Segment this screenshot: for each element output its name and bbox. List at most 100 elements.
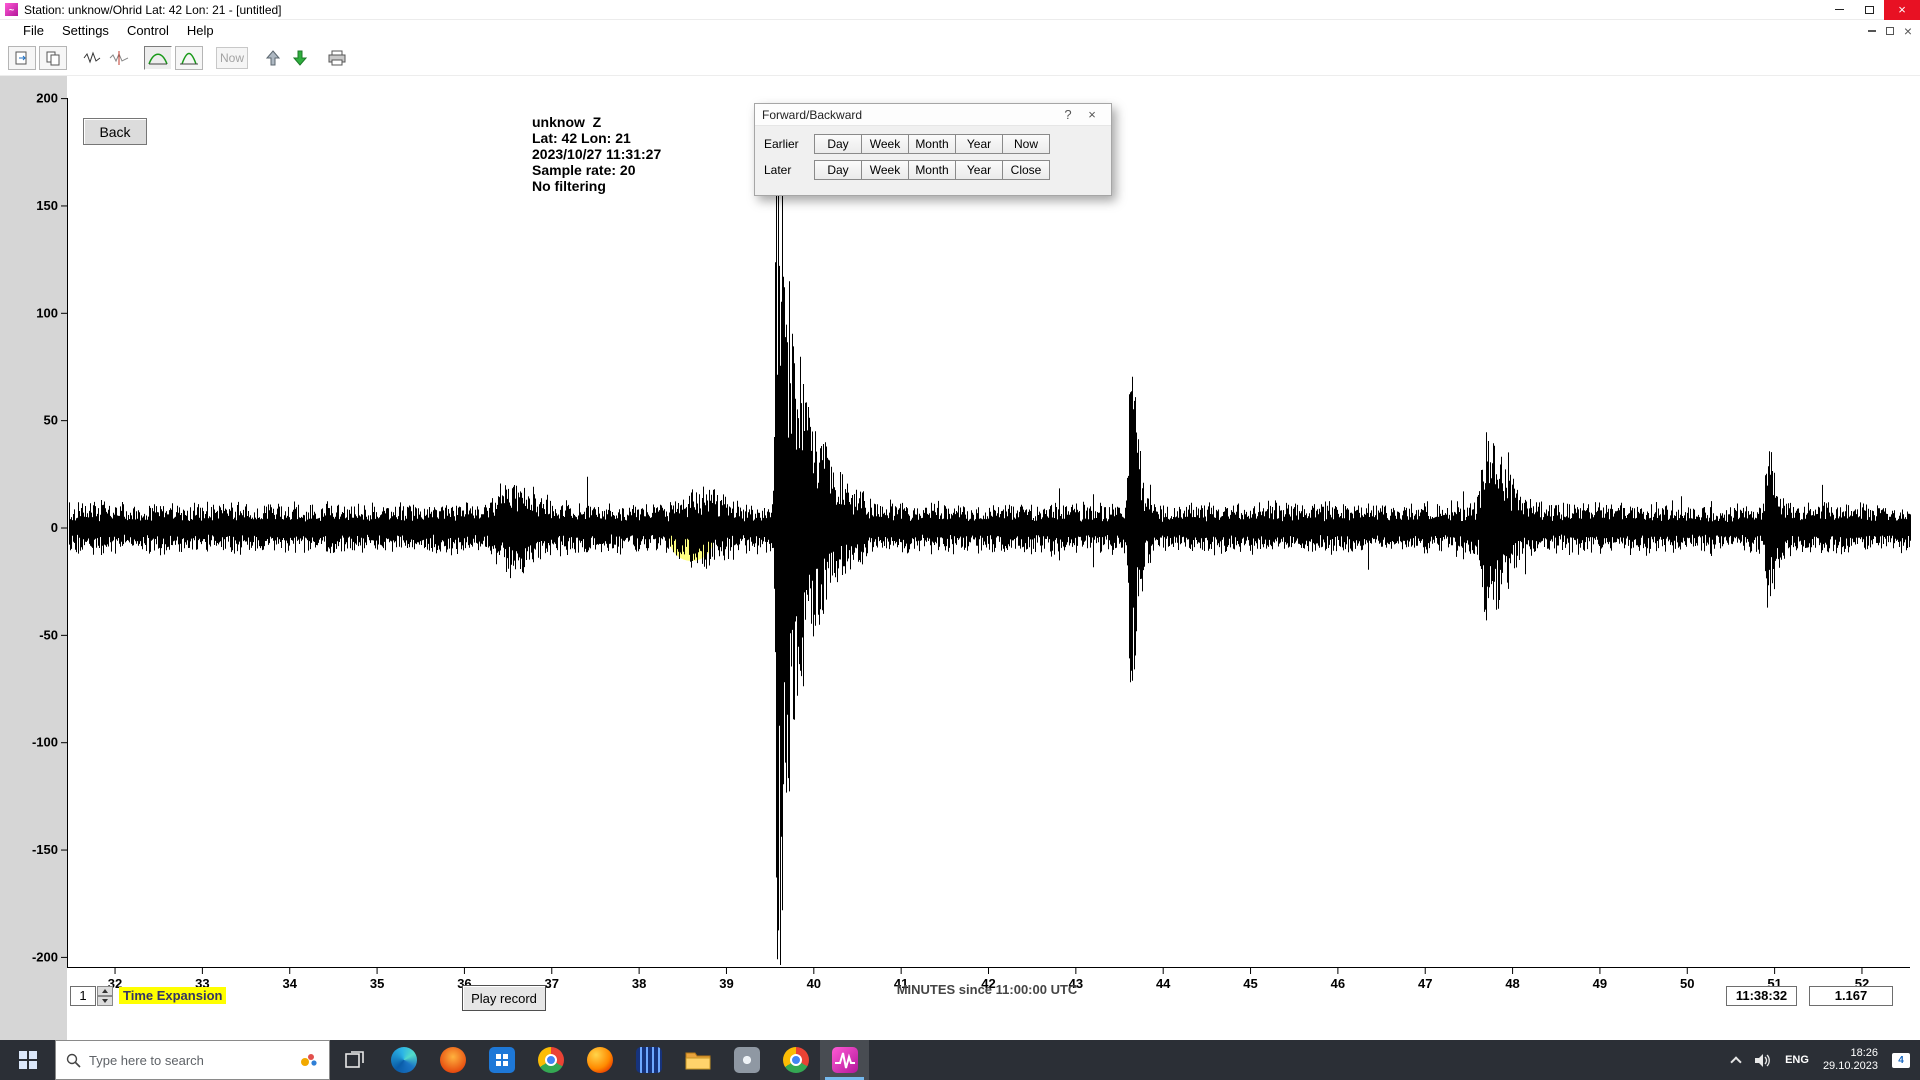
browser-colorful-button[interactable] — [771, 1040, 820, 1080]
copy-icon — [45, 50, 61, 66]
earlier-week-button[interactable]: Week — [861, 134, 909, 154]
filter-response-button[interactable] — [144, 46, 172, 70]
svg-text:37: 37 — [545, 976, 559, 991]
svg-text:47: 47 — [1418, 976, 1432, 991]
play-record-button[interactable]: Play record — [462, 985, 546, 1011]
earlier-row: Earlier Day Week Month Year Now — [755, 134, 1113, 154]
earlier-year-button[interactable]: Year — [955, 134, 1003, 154]
dialog-titlebar[interactable]: Forward/Backward ? × — [755, 104, 1111, 126]
child-restore-icon[interactable] — [1886, 27, 1894, 35]
browser-center-dot — [790, 1054, 802, 1066]
up-arrow-icon — [266, 50, 280, 66]
edge-button[interactable] — [379, 1040, 428, 1080]
toolbar: Now — [0, 41, 1920, 76]
later-week-button[interactable]: Week — [861, 160, 909, 180]
blue-stripes-app-icon — [636, 1047, 662, 1073]
seismogram-wave-glyph — [834, 1049, 856, 1071]
svg-text:44: 44 — [1156, 976, 1171, 991]
blue-stripes-app-button[interactable] — [624, 1040, 673, 1080]
menu-control[interactable]: Control — [118, 23, 178, 38]
minimize-icon — [1835, 9, 1844, 10]
store-icon — [489, 1047, 515, 1073]
app-logo-icon: ~ — [5, 3, 18, 16]
firefox-button[interactable] — [575, 1040, 624, 1080]
plot-area: 200150100500-50-100-150-2003233343536373… — [0, 76, 1920, 1040]
stepper-down-button[interactable] — [97, 996, 113, 1006]
search-placeholder: Type here to search — [89, 1053, 291, 1068]
stepper-up-button[interactable] — [97, 986, 113, 996]
tray-expand-icon[interactable] — [1730, 1056, 1741, 1067]
now-button[interactable]: Now — [216, 47, 248, 69]
chrome-button[interactable] — [526, 1040, 575, 1080]
later-day-button[interactable]: Day — [814, 160, 862, 180]
taskbar-search[interactable]: Type here to search — [55, 1040, 330, 1080]
earlier-month-button[interactable]: Month — [908, 134, 956, 154]
later-month-button[interactable]: Month — [908, 160, 956, 180]
time-expansion-stepper — [97, 986, 113, 1006]
scroll-down-button[interactable] — [288, 46, 312, 70]
child-minimize-icon[interactable] — [1868, 30, 1876, 32]
maximize-icon — [1865, 6, 1874, 14]
menu-help[interactable]: Help — [178, 23, 223, 38]
taskbar-apps — [330, 1040, 869, 1080]
minimize-button[interactable] — [1824, 0, 1854, 20]
time-expansion-value[interactable]: 1 — [70, 986, 96, 1006]
svg-text:100: 100 — [36, 305, 58, 320]
tiles-glyph — [496, 1054, 508, 1066]
scroll-up-button[interactable] — [261, 46, 285, 70]
cursor-time-display: 11:38:32 — [1726, 986, 1797, 1006]
svg-text:45: 45 — [1243, 976, 1257, 991]
child-close-icon[interactable]: × — [1904, 24, 1912, 38]
gray-app-button[interactable] — [722, 1040, 771, 1080]
child-window-controls: × — [1868, 24, 1912, 38]
language-indicator[interactable]: ENG — [1785, 1054, 1809, 1066]
menu-settings[interactable]: Settings — [53, 23, 118, 38]
taskbar: Type here to search — [0, 1040, 1920, 1080]
open-file-button[interactable] — [8, 46, 36, 70]
later-year-button[interactable]: Year — [955, 160, 1003, 180]
later-close-button[interactable]: Close — [1002, 160, 1050, 180]
dialog-help-button[interactable]: ? — [1056, 107, 1080, 122]
svg-text:200: 200 — [36, 91, 58, 106]
back-button[interactable]: Back — [83, 118, 147, 145]
windows-logo-icon — [19, 1051, 37, 1069]
browser-orange-button[interactable] — [428, 1040, 477, 1080]
start-button[interactable] — [0, 1040, 55, 1080]
svg-text:46: 46 — [1331, 976, 1345, 991]
store-button[interactable] — [477, 1040, 526, 1080]
clock-date: 29.10.2023 — [1823, 1060, 1878, 1073]
titlebar: ~ Station: unknow/Ohrid Lat: 42 Lon: 21 … — [0, 0, 1920, 20]
print-button[interactable] — [325, 46, 349, 70]
task-view-button[interactable] — [330, 1040, 379, 1080]
taskbar-clock[interactable]: 18:26 29.10.2023 — [1823, 1047, 1878, 1073]
close-button[interactable]: × — [1884, 0, 1920, 20]
file-explorer-icon — [685, 1049, 711, 1071]
info-datetime: 2023/10/27 11:31:27 — [532, 146, 661, 162]
down-triangle-icon — [102, 999, 108, 1003]
seismogram-app-button[interactable] — [820, 1040, 869, 1080]
earlier-now-button[interactable]: Now — [1002, 134, 1050, 154]
gray-app-icon — [734, 1047, 760, 1073]
svg-text:34: 34 — [282, 976, 297, 991]
earlier-day-button[interactable]: Day — [814, 134, 862, 154]
dialog-close-button[interactable]: × — [1080, 107, 1104, 122]
waveform-view-button[interactable] — [80, 46, 104, 70]
pick-phase-button[interactable] — [107, 46, 131, 70]
station-info-block: unknow Z Lat: 42 Lon: 21 2023/10/27 11:3… — [532, 114, 661, 194]
browser-orange-icon — [440, 1047, 466, 1073]
maximize-button[interactable] — [1854, 0, 1884, 20]
later-label: Later — [764, 163, 791, 177]
menu-file[interactable]: File — [14, 23, 53, 38]
later-row: Later Day Week Month Year Close — [755, 160, 1113, 180]
notification-badge-icon[interactable]: 4 — [1892, 1053, 1910, 1068]
file-explorer-button[interactable] — [673, 1040, 722, 1080]
x-axis-title: MINUTES since 11:00:00 UTC — [897, 982, 1078, 997]
filter-narrow-button[interactable] — [175, 46, 203, 70]
earlier-label: Earlier — [764, 137, 799, 151]
seismogram-canvas[interactable]: 200150100500-50-100-150-2003233343536373… — [0, 76, 1920, 1040]
down-arrow-icon — [293, 50, 307, 66]
copy-button[interactable] — [39, 46, 67, 70]
search-highlights-icon[interactable] — [299, 1051, 319, 1069]
volume-icon[interactable] — [1754, 1053, 1771, 1068]
info-latlon: Lat: 42 Lon: 21 — [532, 130, 661, 146]
